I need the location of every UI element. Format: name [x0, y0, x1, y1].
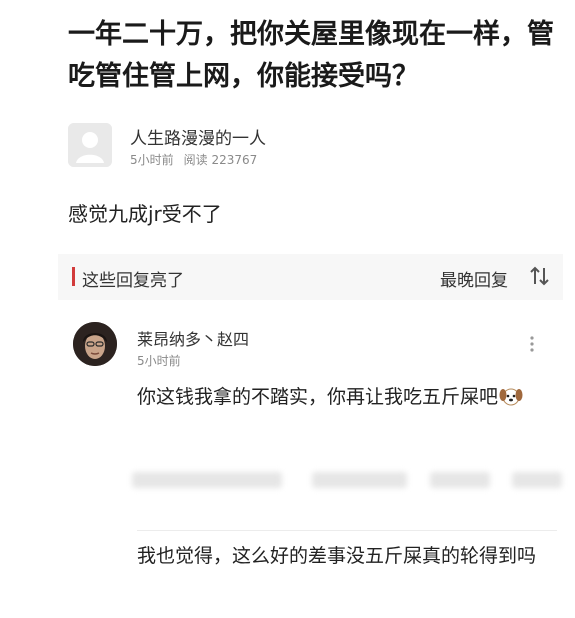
post-time: 5小时前	[130, 153, 174, 167]
sub-reply-text: 我也觉得，这么好的差事没五斤屎真的轮得到吗	[137, 545, 537, 567]
article-title: 一年二十万，把你关屋里像现在一样，管吃管住管上网，你能接受吗？	[68, 19, 554, 92]
reply-divider	[137, 530, 557, 531]
comment-time: 5小时前	[137, 354, 181, 368]
post-body: 感觉九成jr受不了	[68, 202, 222, 226]
author-avatar[interactable]	[68, 123, 112, 167]
highlight-replies-bar: 这些回复亮了 最晚回复	[58, 254, 563, 300]
commenter-avatar[interactable]	[73, 322, 117, 366]
sort-arrows-icon[interactable]	[528, 264, 552, 288]
sort-latest-button[interactable]: 最晚回复	[440, 266, 508, 291]
default-avatar-icon	[68, 123, 112, 167]
commenter-name[interactable]: 莱昂纳多丶赵四	[137, 326, 249, 350]
highlight-replies-label: 这些回复亮了	[82, 271, 184, 291]
section-marker	[72, 267, 75, 286]
author-row[interactable]: 人生路漫漫的一人 5小时前 阅读 223767	[68, 120, 548, 172]
comment-item: 莱昂纳多丶赵四 5小时前 你这钱我拿的不踏实，你再让我吃五斤屎吧 我也觉得，这么…	[58, 314, 563, 614]
blurred-action-row	[132, 467, 562, 493]
read-count: 阅读 223767	[183, 153, 258, 167]
comment-text: 你这钱我拿的不踏实，你再让我吃五斤屎吧	[137, 381, 557, 414]
more-options-icon[interactable]	[528, 334, 536, 354]
comment-text-content: 你这钱我拿的不踏实，你再让我吃五斤屎吧	[137, 386, 499, 408]
author-name[interactable]: 人生路漫漫的一人	[130, 124, 266, 149]
user-photo-icon	[73, 322, 117, 366]
dog-face-icon	[499, 388, 523, 406]
author-meta: 5小时前 阅读 223767	[130, 151, 257, 168]
